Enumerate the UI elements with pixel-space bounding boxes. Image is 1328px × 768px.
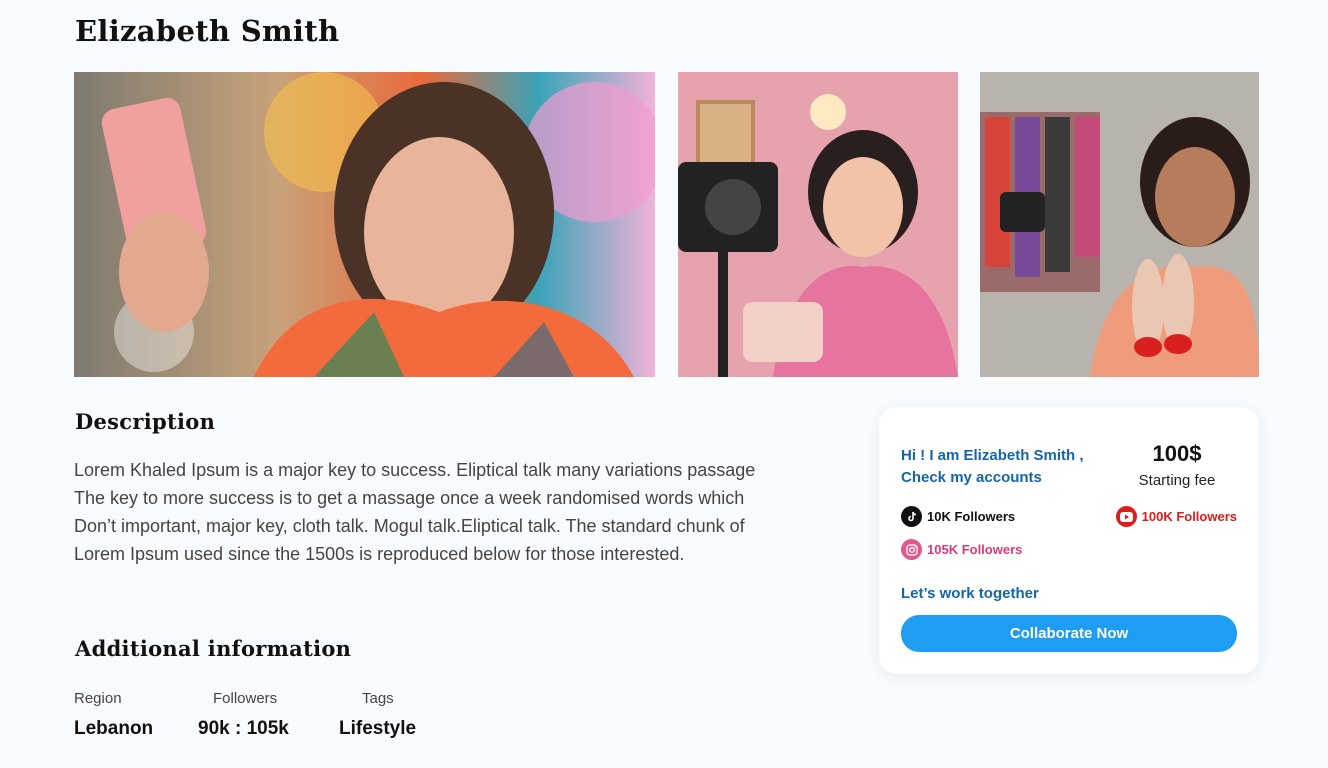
tags-label: Tags [362, 690, 394, 707]
gallery-photo-main[interactable] [74, 72, 655, 377]
info-tags: Tags Lifestyle [339, 690, 416, 740]
info-followers: Followers 90k : 105k [198, 690, 289, 740]
tiktok-followers: 10K Followers [927, 509, 1016, 524]
fee-label: Starting fee [1138, 472, 1216, 489]
collaborate-now-button[interactable]: Collaborate Now [901, 615, 1237, 652]
additional-information-heading: Additional information [75, 636, 352, 661]
tags-value: Lifestyle [339, 718, 417, 739]
followers-value: 90k : 105k [198, 718, 289, 739]
description-text: Lorem Khaled Ipsum is a major key to suc… [74, 460, 756, 564]
instagram-account[interactable]: 105K Followers [901, 539, 1022, 560]
fee-amount: 100$ [1152, 441, 1202, 466]
region-label: Region [74, 690, 122, 707]
youtube-account[interactable]: 100K Followers [1115, 506, 1237, 527]
youtube-followers: 100K Followers [1141, 509, 1237, 524]
tiktok-account[interactable]: 10K Followers [901, 506, 1015, 527]
gallery-photo-closet[interactable] [980, 72, 1259, 377]
followers-label: Followers [213, 690, 278, 707]
page-title: Elizabeth Smith [75, 14, 340, 48]
tiktok-icon [901, 506, 922, 527]
instagram-followers: 105K Followers [927, 542, 1023, 557]
work-together-text: Let’s work together [901, 585, 1039, 602]
youtube-icon [1115, 506, 1137, 527]
instagram-icon [901, 539, 922, 560]
card-greeting: Hi ! I am Elizabeth Smith , Check my acc… [901, 447, 1084, 486]
collaboration-card: Hi ! I am Elizabeth Smith , Check my acc… [879, 407, 1259, 674]
description-heading: Description [75, 409, 216, 434]
gallery-photo-pink-studio[interactable] [678, 72, 958, 377]
region-value: Lebanon [74, 718, 154, 739]
info-region: Region Lebanon [74, 690, 153, 740]
